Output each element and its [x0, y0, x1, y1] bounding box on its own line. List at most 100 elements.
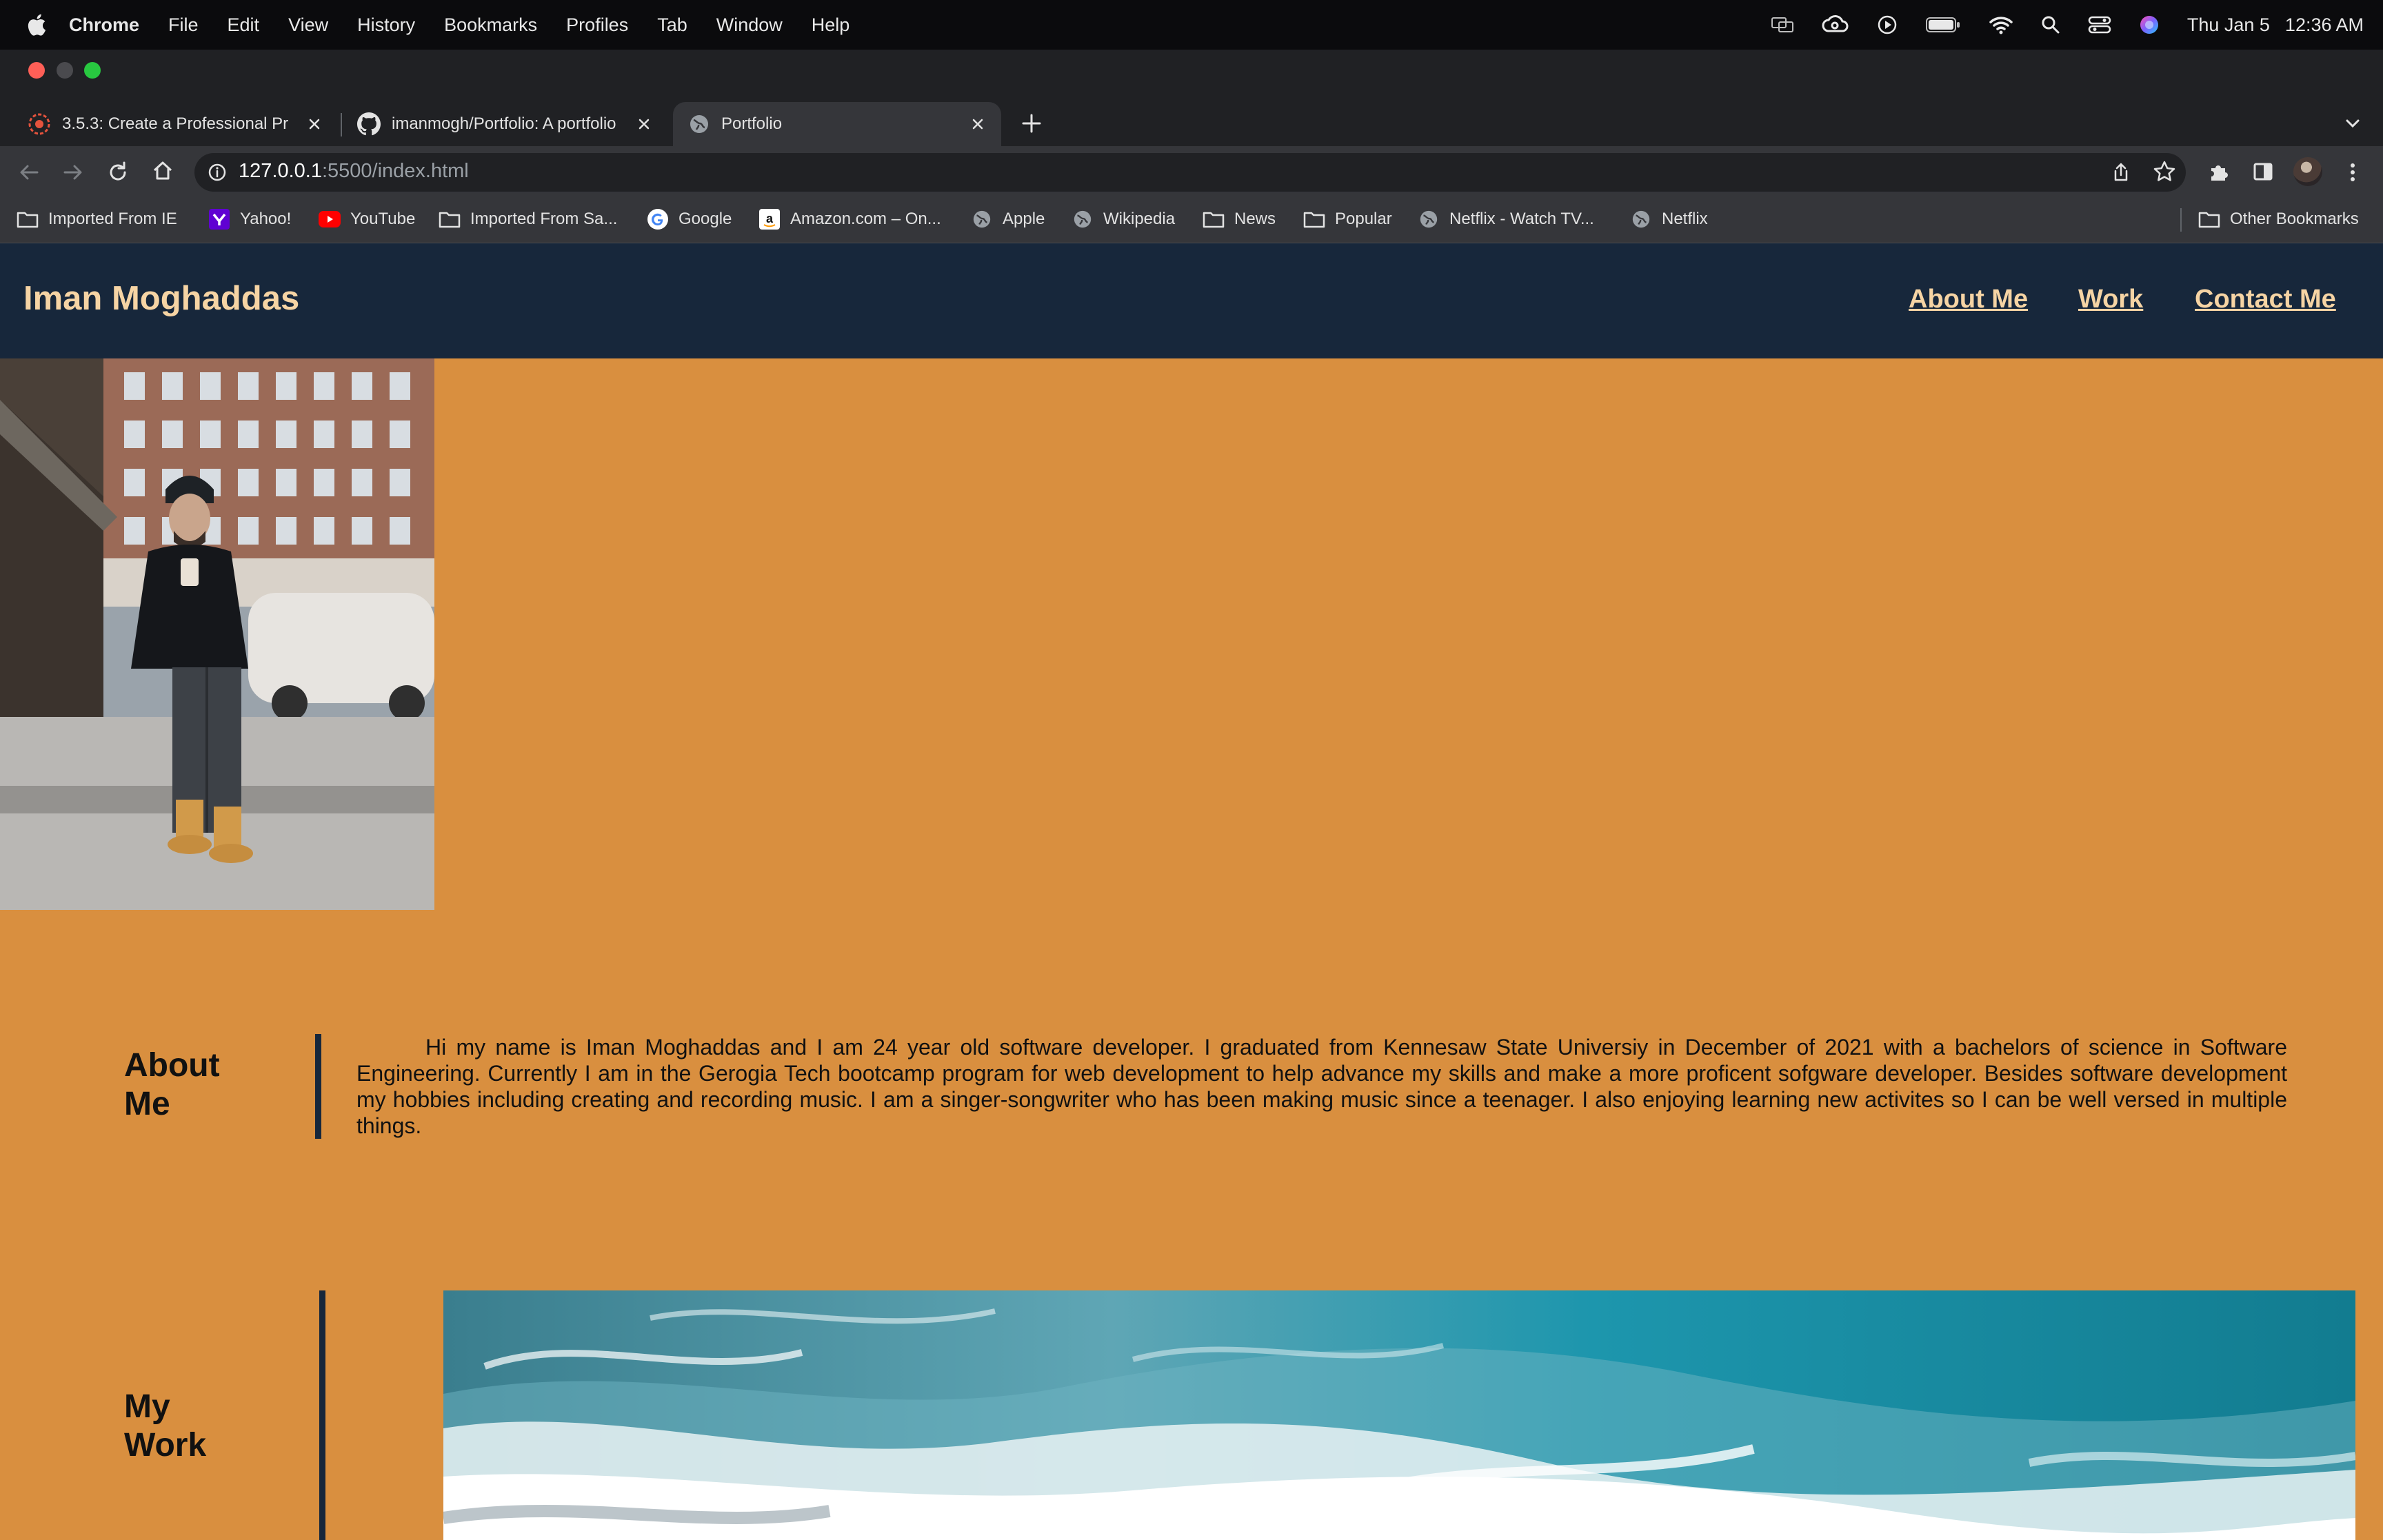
control-center-icon[interactable] — [2088, 15, 2111, 34]
globe-icon — [1632, 210, 1650, 228]
bookmark-label: YouTube — [350, 210, 416, 228]
tab-close-icon[interactable] — [303, 113, 325, 135]
bookmark-popular[interactable]: Popular — [1303, 205, 1392, 233]
tab-title: imanmogh/Portfolio: A portfolio — [392, 114, 616, 133]
wifi-icon[interactable] — [1989, 15, 2013, 34]
bookmark-youtube[interactable]: YouTube — [319, 205, 415, 233]
menu-bookmarks[interactable]: Bookmarks — [444, 14, 537, 36]
menu-help[interactable]: Help — [812, 14, 850, 36]
menu-tab[interactable]: Tab — [657, 14, 687, 36]
bookmark-apple[interactable]: Apple — [971, 205, 1045, 233]
bookmark-wikipedia[interactable]: Wikipedia — [1072, 205, 1175, 233]
profile-avatar[interactable] — [2293, 157, 2322, 186]
folder-icon — [439, 212, 461, 228]
battery-icon[interactable] — [1925, 16, 1961, 34]
tab-bootcamp[interactable]: 3.5.3: Create a Professional Pr — [14, 102, 338, 146]
nav-link-work[interactable]: Work — [2078, 285, 2143, 314]
menu-window[interactable]: Window — [716, 14, 783, 36]
bookmarks-divider — [2180, 208, 2182, 232]
more-menu-icon[interactable] — [2346, 160, 2360, 185]
menu-edit[interactable]: Edit — [228, 14, 260, 36]
tab-close-icon[interactable] — [967, 113, 989, 135]
tab-search-chevron-icon[interactable] — [2342, 113, 2363, 134]
bookmark-google[interactable]: Google — [647, 205, 732, 233]
nav-link-contact-me[interactable]: Contact Me — [2195, 285, 2336, 314]
bookmark-news[interactable]: News — [1203, 205, 1276, 233]
menu-profiles[interactable]: Profiles — [566, 14, 628, 36]
bookmark-label: Imported From Sa... — [470, 210, 618, 228]
spotlight-search-icon[interactable] — [2041, 15, 2060, 34]
menu-app-chrome[interactable]: Chrome — [69, 14, 139, 36]
work-project-image[interactable] — [443, 1290, 2355, 1540]
about-title-line-1: About — [124, 1047, 220, 1084]
home-icon[interactable] — [150, 159, 175, 183]
work-title-line-2: Work — [124, 1427, 207, 1463]
folder-icon — [17, 212, 39, 228]
menubar-date[interactable]: Thu Jan 5 — [2187, 14, 2270, 36]
menubar-time[interactable]: 12:36 AM — [2285, 14, 2364, 36]
youtube-icon — [319, 211, 341, 227]
menu-history[interactable]: History — [357, 14, 415, 36]
menu-file[interactable]: File — [168, 14, 199, 36]
screen-mirroring-icon[interactable] — [1771, 16, 1794, 34]
globe-icon — [973, 210, 991, 228]
bookmark-netflix[interactable]: Netflix — [1630, 205, 1708, 233]
url-host: 127.0.0.1 — [239, 160, 322, 182]
bookmark-label: Netflix — [1662, 210, 1708, 228]
globe-icon — [1074, 210, 1092, 228]
bookmark-amazon[interactable]: a Amazon.com – On... — [758, 205, 941, 233]
globe-icon — [1420, 210, 1438, 228]
back-arrow-icon[interactable] — [17, 160, 41, 185]
forward-arrow-icon[interactable] — [61, 160, 86, 185]
site-info-icon[interactable] — [207, 162, 228, 183]
siri-icon[interactable] — [2139, 14, 2160, 35]
bookmark-yahoo[interactable]: Yahoo! — [208, 205, 291, 233]
about-title-line-2: Me — [124, 1086, 170, 1122]
creative-cloud-icon[interactable] — [1822, 14, 1849, 35]
google-icon — [647, 209, 668, 230]
share-icon[interactable] — [2110, 161, 2132, 183]
bookmark-label: Popular — [1335, 210, 1392, 228]
tab-title: 3.5.3: Create a Professional Pr — [62, 114, 289, 133]
url-path: :5500/index.html — [321, 160, 469, 182]
bookmark-label: Google — [678, 210, 732, 228]
window-close-button[interactable] — [28, 62, 45, 79]
side-panel-icon[interactable] — [2251, 160, 2275, 183]
bookmark-imported-from-ie[interactable]: Imported From IE — [17, 205, 177, 233]
bookmark-star-icon[interactable] — [2153, 160, 2176, 183]
tab-github[interactable]: imanmogh/Portfolio: A portfolio — [343, 102, 667, 146]
new-tab-icon[interactable] — [1020, 112, 1043, 135]
globe-icon — [690, 115, 708, 133]
bookmark-label: Imported From IE — [48, 210, 177, 228]
extensions-puzzle-icon[interactable] — [2207, 160, 2231, 183]
github-icon — [357, 112, 381, 136]
window-zoom-button[interactable] — [84, 62, 101, 79]
folder-icon — [2198, 212, 2220, 228]
bookmark-netflix-watch-tv[interactable]: Netflix - Watch TV... — [1418, 205, 1594, 233]
tab-portfolio-active[interactable]: Portfolio — [673, 102, 1001, 146]
apple-logo-icon[interactable] — [26, 13, 47, 37]
tab-separator — [341, 113, 342, 136]
yahoo-icon — [209, 209, 230, 230]
folder-icon — [1303, 212, 1325, 228]
bookmark-imported-from-safari[interactable]: Imported From Sa... — [439, 205, 617, 233]
media-play-icon[interactable] — [1877, 14, 1898, 35]
menubar-status-area: Thu Jan 5 12:36 AM — [1771, 0, 2364, 50]
bookmark-label: News — [1234, 210, 1276, 228]
bookmark-label: Apple — [1003, 210, 1045, 228]
reload-icon[interactable] — [105, 160, 130, 185]
address-bar[interactable] — [194, 153, 2186, 192]
menu-view[interactable]: View — [288, 14, 328, 36]
amazon-icon: a — [759, 209, 780, 230]
bookmark-label: Amazon.com – On... — [790, 210, 941, 228]
about-paragraph: Hi my name is Iman Moghaddas and I am 24… — [356, 1035, 2287, 1138]
bookmark-label: Wikipedia — [1103, 210, 1176, 228]
about-section-title: About Me — [124, 1046, 220, 1124]
tab-title: Portfolio — [721, 114, 783, 133]
tab-close-icon[interactable] — [633, 113, 655, 135]
nav-link-about-me[interactable]: About Me — [1909, 285, 2028, 314]
window-minimize-button[interactable] — [57, 62, 73, 79]
bookmark-other-bookmarks[interactable]: Other Bookmarks — [2198, 205, 2359, 233]
work-section-title: My Work — [124, 1388, 206, 1465]
url-text[interactable]: 127.0.0.1:5500/index.html — [239, 160, 469, 183]
